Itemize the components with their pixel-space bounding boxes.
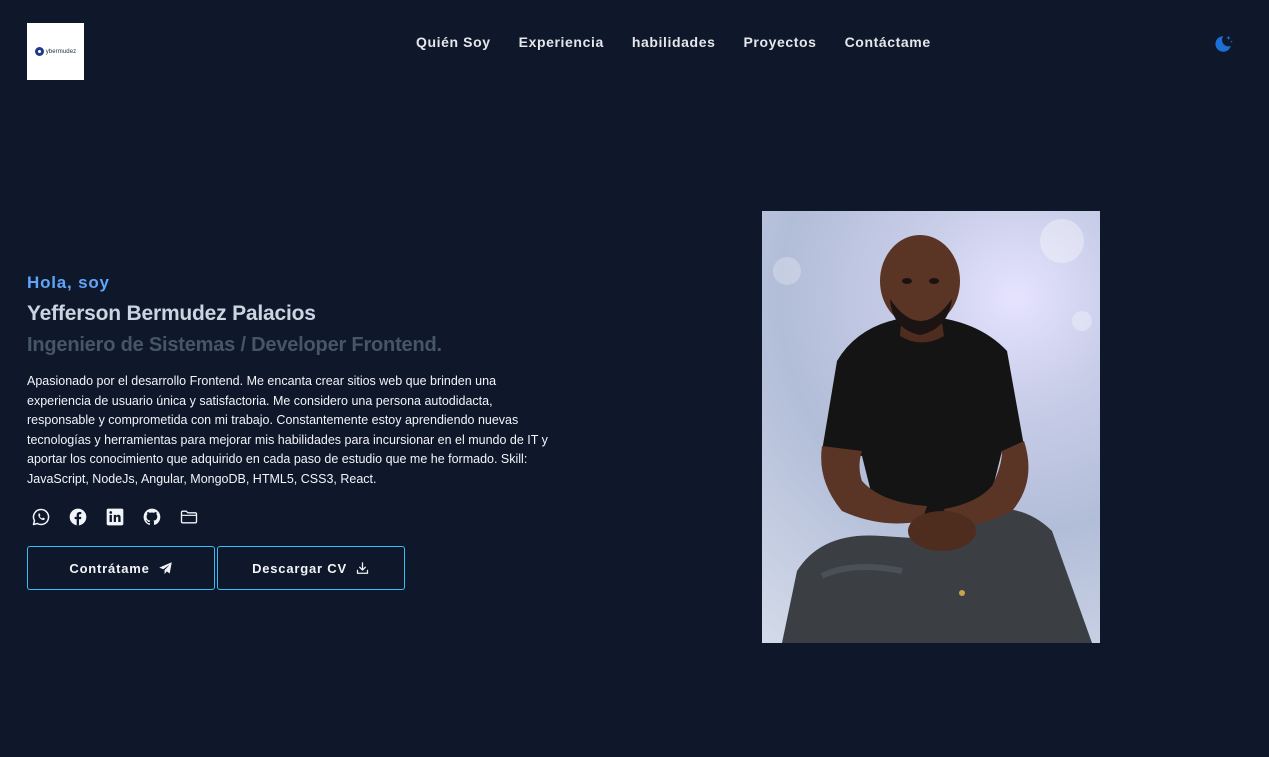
nav-link-quien-soy[interactable]: Quién Soy	[416, 34, 491, 50]
nav-link-contactame[interactable]: Contáctame	[845, 34, 931, 50]
nav-link-experiencia[interactable]: Experiencia	[519, 34, 604, 50]
site-logo[interactable]: ybermudez	[27, 23, 84, 80]
download-cv-button[interactable]: Descargar CV	[217, 546, 405, 590]
download-cv-label: Descargar CV	[252, 560, 347, 576]
nav-link-proyectos[interactable]: Proyectos	[743, 34, 816, 50]
hire-me-button[interactable]: Contrátame	[27, 546, 215, 590]
whatsapp-icon[interactable]	[31, 507, 51, 527]
moon-stars-icon[interactable]	[1212, 33, 1234, 55]
folder-icon[interactable]	[179, 507, 199, 527]
hire-me-label: Contrátame	[69, 560, 150, 576]
profile-photo	[762, 211, 1100, 643]
portfolio-page: ybermudez Quién Soy Experiencia habilida…	[0, 0, 1269, 757]
social-links	[31, 507, 199, 527]
nav-link-habilidades[interactable]: habilidades	[632, 34, 716, 50]
logo-text: ybermudez	[45, 48, 77, 55]
facebook-icon[interactable]	[68, 507, 88, 527]
main-nav: Quién Soy Experiencia habilidades Proyec…	[416, 34, 931, 50]
paper-plane-icon	[158, 561, 172, 574]
hero-name: Yefferson Bermudez Palacios	[27, 302, 316, 325]
hero-role: Ingeniero de Sistemas / Developer Fronte…	[27, 334, 442, 356]
download-icon	[356, 561, 369, 574]
linkedin-icon[interactable]	[105, 507, 125, 527]
github-icon[interactable]	[142, 507, 162, 527]
hero-bio: Apasionado por el desarrollo Frontend. M…	[27, 374, 548, 486]
hero-greeting: Hola, soy	[27, 273, 110, 292]
profile-portrait-illustration	[773, 219, 1092, 643]
logo-mark-icon	[34, 47, 44, 56]
